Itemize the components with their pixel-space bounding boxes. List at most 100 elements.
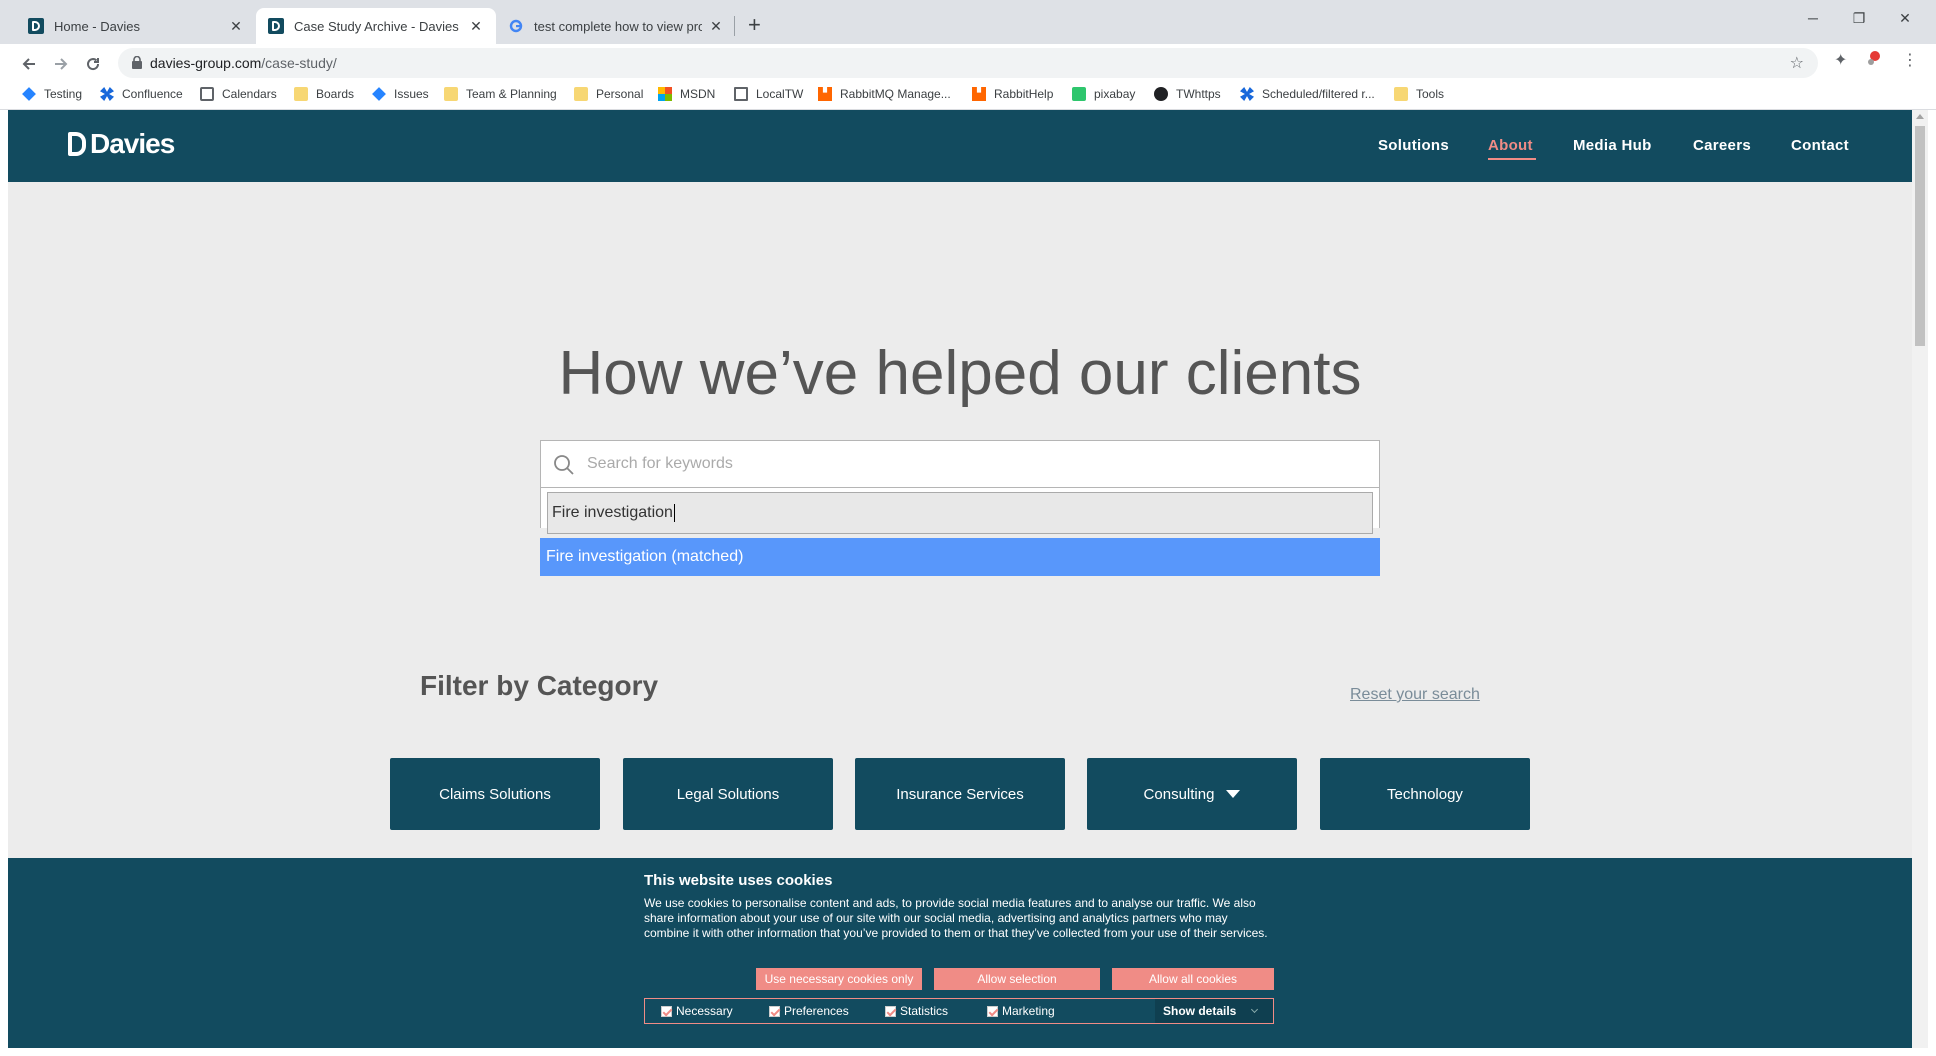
restore-icon[interactable]: ❐	[1844, 10, 1874, 27]
category-consulting[interactable]: Consulting	[1087, 758, 1297, 830]
folder-icon	[1394, 87, 1408, 101]
davies-logo[interactable]: Davies	[68, 128, 175, 160]
bookmark-tools[interactable]: Tools	[1394, 87, 1444, 101]
bookmark-confluence[interactable]: Confluence	[100, 87, 183, 101]
bookmark-calendars[interactable]: Calendars	[200, 87, 277, 101]
calendar-icon	[200, 87, 214, 101]
folder-icon	[444, 87, 458, 101]
nav-media-hub[interactable]: Media Hub	[1573, 137, 1652, 154]
logo-text: Davies	[90, 128, 175, 159]
cookie-title: This website uses cookies	[644, 872, 833, 889]
bookmark-personal[interactable]: Personal	[574, 87, 643, 101]
nav-solutions[interactable]: Solutions	[1378, 137, 1449, 154]
category-claims-solutions[interactable]: Claims Solutions	[390, 758, 600, 830]
cookie-banner: This website uses cookies We use cookies…	[8, 858, 1912, 1048]
option-label: Preferences	[784, 1004, 849, 1018]
minimize-icon[interactable]: ─	[1798, 10, 1828, 26]
dropdown-typed-text: Fire investigation	[552, 504, 673, 521]
bookmark-label: LocalTW	[756, 87, 804, 101]
tab-home[interactable]: Home - Davies ✕	[16, 8, 256, 44]
chevron-down-icon	[1251, 1005, 1259, 1014]
nav-contact[interactable]: Contact	[1791, 137, 1849, 154]
bookmark-team-planning[interactable]: Team & Planning	[444, 87, 557, 101]
bookmark-localtw[interactable]: LocalTW	[734, 87, 803, 101]
bookmark-label: Testing	[44, 87, 83, 101]
scroll-thumb[interactable]	[1915, 126, 1925, 346]
extensions-icon[interactable]: ✦	[1834, 50, 1847, 70]
nav-careers[interactable]: Careers	[1693, 137, 1751, 154]
option-label: Necessary	[676, 1004, 733, 1018]
close-window-icon[interactable]: ✕	[1890, 10, 1920, 27]
browser-menu-icon[interactable]: ⋮	[1902, 50, 1918, 70]
option-statistics[interactable]: Statistics	[885, 1004, 948, 1018]
bookmark-scheduled[interactable]: Scheduled/filtered r...	[1240, 87, 1375, 101]
reset-search-link[interactable]: Reset your search	[1350, 686, 1480, 704]
davies-favicon-icon	[28, 18, 44, 34]
allow-all-button[interactable]: Allow all cookies	[1112, 968, 1274, 990]
profile-avatar-icon[interactable]	[1864, 48, 1884, 73]
show-details-label: Show details	[1163, 1004, 1237, 1018]
tab-google[interactable]: test complete how to view project ✕	[496, 8, 736, 44]
scroll-up-icon[interactable]	[1916, 114, 1924, 119]
close-tab-icon[interactable]: ✕	[708, 18, 724, 35]
keyword-search[interactable]	[540, 440, 1380, 488]
category-technology[interactable]: Technology	[1320, 758, 1530, 830]
nav-solutions-wrap: Solutions	[1378, 137, 1449, 154]
bookmark-pixabay[interactable]: pixabay	[1072, 87, 1135, 101]
search-input[interactable]	[587, 441, 1367, 487]
bookmark-msdn[interactable]: MSDN	[658, 87, 715, 101]
reload-icon[interactable]	[80, 51, 106, 77]
option-necessary[interactable]: Necessary	[661, 1004, 733, 1018]
bookmark-testing[interactable]: Testing	[22, 87, 82, 101]
address-bar[interactable]: davies-group.com/case-study/ ☆	[118, 48, 1818, 78]
checkbox-checked-icon[interactable]	[885, 1005, 896, 1017]
tab-title: Home - Davies	[54, 18, 140, 34]
bookmark-boards[interactable]: Boards	[294, 87, 354, 101]
bookmark-rabbithelp[interactable]: RabbitHelp	[972, 87, 1053, 101]
page-title: How we’ve helped our clients	[558, 339, 1362, 408]
bookmark-label: Calendars	[222, 87, 277, 101]
rabbitmq-icon	[972, 87, 986, 101]
show-details-button[interactable]: Show details	[1155, 999, 1273, 1023]
pixabay-icon	[1072, 87, 1086, 101]
url-path: /case-study/	[261, 55, 337, 71]
back-icon[interactable]	[16, 51, 42, 77]
bookmark-label: MSDN	[680, 87, 716, 101]
category-label: Technology	[1387, 785, 1463, 803]
nav-about[interactable]: About	[1488, 137, 1533, 154]
bookmark-label: TWhttps	[1176, 87, 1221, 101]
dropdown-option[interactable]: Fire investigation (matched)	[540, 538, 1380, 576]
bookmark-label: RabbitMQ Manage...	[840, 87, 951, 101]
tab-divider	[734, 16, 735, 36]
jira-icon	[22, 87, 36, 101]
bookmark-rabbitmq[interactable]: RabbitMQ Manage...	[818, 87, 951, 101]
new-tab-icon[interactable]: +	[748, 14, 761, 36]
option-preferences[interactable]: Preferences	[769, 1004, 849, 1018]
search-dropdown: Fire investigation	[540, 488, 1380, 534]
dropdown-search-field[interactable]: Fire investigation	[547, 492, 1373, 534]
bookmark-label: RabbitHelp	[994, 87, 1054, 101]
option-marketing[interactable]: Marketing	[987, 1004, 1055, 1018]
forward-icon[interactable]	[48, 51, 74, 77]
category-insurance-services[interactable]: Insurance Services	[855, 758, 1065, 830]
checkbox-checked-icon[interactable]	[987, 1005, 998, 1017]
close-tab-icon[interactable]: ✕	[228, 18, 244, 35]
nav-contact-wrap: Contact	[1791, 137, 1849, 154]
allow-selection-button[interactable]: Allow selection	[934, 968, 1100, 990]
necessary-only-button[interactable]: Use necessary cookies only	[756, 968, 922, 990]
checkbox-checked-icon[interactable]	[661, 1005, 672, 1017]
category-legal-solutions[interactable]: Legal Solutions	[623, 758, 833, 830]
checkbox-checked-icon[interactable]	[769, 1005, 780, 1017]
tw-icon	[1154, 87, 1168, 101]
page-scrollbar[interactable]	[1912, 110, 1928, 1048]
bookmark-twhttps[interactable]: TWhttps	[1154, 87, 1221, 101]
tab-case-study[interactable]: Case Study Archive - Davies ✕	[256, 8, 496, 44]
bookmark-label: pixabay	[1094, 87, 1136, 101]
bookmark-label: Team & Planning	[466, 87, 557, 101]
close-tab-icon[interactable]: ✕	[468, 18, 484, 35]
nav-about-wrap: About	[1488, 137, 1533, 154]
bookmark-issues[interactable]: Issues	[372, 87, 429, 101]
category-label: Legal Solutions	[676, 785, 780, 803]
bookmark-label: Confluence	[122, 87, 183, 101]
bookmark-star-icon[interactable]: ☆	[1790, 53, 1804, 73]
